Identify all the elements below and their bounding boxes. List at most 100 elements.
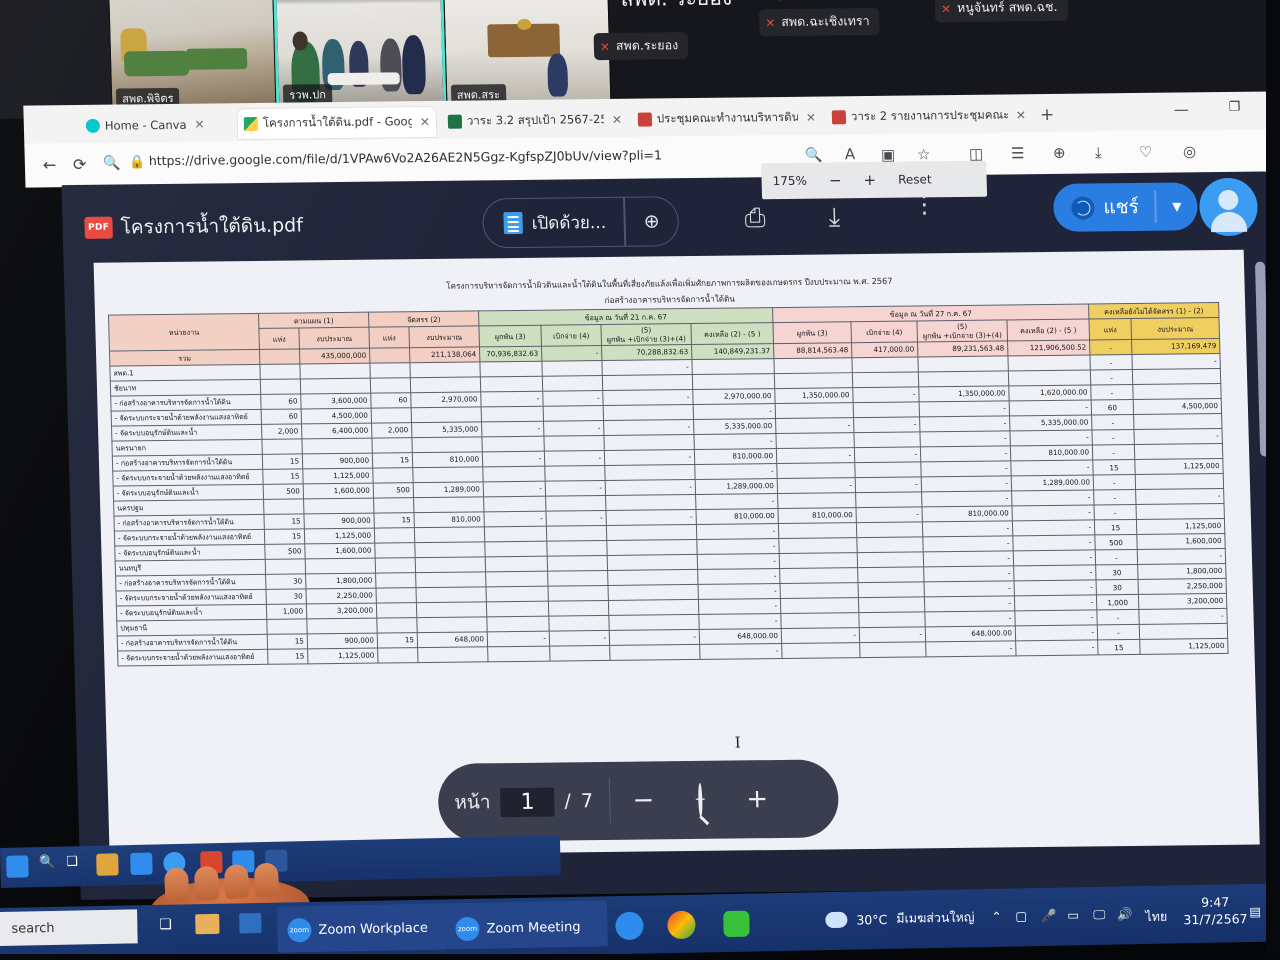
table-cell: - (777, 477, 856, 494)
table-cell: 4,500,000 (1133, 398, 1222, 415)
tray-expand-icon[interactable]: ⌃ (991, 909, 1002, 924)
volume-icon[interactable]: 🔊 (1117, 906, 1133, 922)
table-cell: 30 (265, 588, 307, 605)
downloads-icon[interactable]: ⤓ (1095, 143, 1102, 161)
table-cell (376, 602, 417, 619)
zoom-in-button[interactable]: + (724, 784, 791, 815)
table-cell (301, 438, 373, 454)
back-icon[interactable]: ← (43, 155, 57, 174)
table-cell: - (487, 631, 550, 647)
taskbar-search-box[interactable]: search (0, 909, 138, 947)
table-cell: 15 (377, 632, 418, 649)
start-icon[interactable] (6, 855, 29, 878)
table-cell (853, 401, 920, 418)
table-cell (548, 585, 609, 602)
zoom-fit-button[interactable] (676, 782, 725, 817)
taskbar-app-zoom-meeting[interactable]: zoom Zoom Meeting (455, 915, 581, 942)
contacts-icon[interactable] (239, 912, 262, 934)
table-cell: - (1009, 399, 1092, 416)
read-aloud-icon[interactable]: A (845, 145, 856, 163)
taskbar-app-zoom-workplace[interactable]: zoom Zoom Workplace (287, 916, 428, 943)
table-cell: 900,000 (303, 513, 375, 529)
taskbar-clock[interactable]: 9:47 31/7/2567 (1183, 894, 1248, 929)
table-cell: - (696, 538, 780, 555)
task-view-icon[interactable]: ❏ (66, 854, 88, 876)
microphone-icon[interactable]: 🎤 (1041, 908, 1057, 924)
close-icon[interactable]: ✕ (194, 118, 204, 132)
table-cell (547, 570, 609, 587)
table-row-label: - ก่อสร้างอาคารบริหารจัดการน้ำใต้ดิน (112, 454, 263, 472)
open-with-button[interactable]: เปิดด้วย... (483, 198, 625, 248)
table-cell: - (1090, 369, 1133, 385)
camera-icon[interactable]: ▢ (1015, 908, 1027, 923)
table-cell: 6,400,000 (301, 423, 372, 439)
collections-icon[interactable]: ☰ (1011, 144, 1025, 162)
zoom-out-button[interactable]: − (610, 785, 677, 816)
table-row-label: - ก่อสร้างอาคารบริหารจัดการน้ำใต้ดิน (117, 634, 268, 652)
close-icon[interactable]: ✕ (612, 113, 622, 127)
contacts-icon[interactable] (130, 852, 153, 876)
add-to-collection-icon[interactable]: ⊕ (1053, 144, 1066, 162)
table-cell: - (699, 643, 783, 660)
language-indicator[interactable]: ไทย (1145, 907, 1167, 927)
restore-button[interactable]: ❐ (1229, 100, 1241, 115)
browser-essentials-icon[interactable]: ♡ (1139, 143, 1153, 161)
network-icon[interactable]: ▭ (1067, 907, 1079, 922)
page-search-icon[interactable]: 🔍 (805, 148, 823, 164)
open-with-control[interactable]: เปิดด้วย... ⊕ (481, 196, 680, 249)
share-button-content[interactable]: แชร์ (1053, 192, 1155, 223)
browser-tab-canva[interactable]: Home - Canva ✕ (79, 109, 237, 141)
table-cell (857, 551, 924, 568)
table-cell (300, 378, 371, 394)
table-row-label: นครปฐม (113, 499, 264, 517)
weather-widget[interactable]: 30°C มีเมฆส่วนใหญ่ (825, 907, 975, 930)
table-cell: - (545, 510, 607, 527)
share-button[interactable]: แชร์ ▼ (1052, 182, 1199, 232)
table-cell (261, 438, 303, 455)
close-icon[interactable]: ✕ (1016, 108, 1026, 122)
file-explorer-icon[interactable] (195, 913, 220, 935)
new-tab-button[interactable]: + (1040, 105, 1055, 125)
browser-tab-drive-pdf[interactable]: โครงการน้ำใต้ดิน.pdf - Google ไดร ✕ (237, 106, 437, 140)
table-cell (543, 435, 605, 452)
copilot-icon[interactable]: ◎ (1183, 142, 1197, 160)
more-vertical-icon[interactable]: ⋮ (912, 190, 937, 218)
minimize-button[interactable]: — (1174, 100, 1189, 118)
address-bar[interactable]: https://drive.google.com/file/d/1VPAw6Vo… (149, 146, 790, 175)
display-icon[interactable]: 🖵 (1093, 907, 1105, 923)
col-plan-places: แห่ง (258, 327, 300, 350)
download-icon[interactable]: ⤓ (828, 202, 840, 233)
table-cell: - (545, 480, 606, 497)
user-avatar[interactable] (1198, 177, 1259, 237)
edge-icon[interactable] (615, 911, 644, 941)
browser-tab-excel[interactable]: วาระ 3.2 สรุปเป้า 2567-2569.xlsx - ✕ (441, 104, 629, 137)
line-icon[interactable] (723, 910, 750, 938)
browser-tab-meeting-doc[interactable]: ประชุมคณะทำงานบริหารดินและน้ำ คร ✕ (631, 102, 823, 135)
table-cell (607, 569, 699, 586)
task-view-icon[interactable]: ❏ (159, 917, 172, 933)
refresh-icon[interactable]: ⟳ (73, 155, 87, 174)
table-cell (773, 357, 853, 374)
table-cell: 810,000.00 (696, 508, 779, 525)
search-icon[interactable]: 🔍 (103, 156, 121, 172)
close-icon[interactable]: ✕ (420, 115, 430, 129)
share-dropdown-caret[interactable]: ▼ (1156, 199, 1198, 213)
table-row-label: นครนายก (111, 439, 263, 457)
browser-tab-agenda-2[interactable]: วาระ 2 รายงานการประชุมคณะทำงาน ค ✕ (825, 100, 1033, 133)
table-cell: - (1096, 609, 1140, 625)
monitor-bezel-right (1266, 0, 1280, 960)
add-to-drive-icon[interactable]: ⊕ (625, 210, 678, 233)
file-explorer-icon[interactable] (96, 853, 119, 876)
table-cell (775, 432, 855, 449)
print-icon[interactable]: ⎙ (744, 203, 766, 234)
search-icon[interactable]: 🔍 (36, 855, 58, 877)
notification-icon[interactable]: ▤ (1249, 904, 1261, 919)
table-row-label: - จัดระบบกระจายน้ำด้วยพลังงานแสงอาทิตย์ (117, 649, 269, 667)
page-number-input[interactable]: 1 (500, 787, 555, 817)
tab-title: ประชุมคณะทำงานบริหารดินและน้ำ คร (656, 109, 799, 126)
table-cell: - (920, 445, 1011, 462)
chrome-icon[interactable] (667, 910, 696, 940)
close-icon[interactable]: ✕ (806, 111, 816, 125)
table-cell (608, 599, 699, 616)
table-cell (780, 582, 859, 599)
